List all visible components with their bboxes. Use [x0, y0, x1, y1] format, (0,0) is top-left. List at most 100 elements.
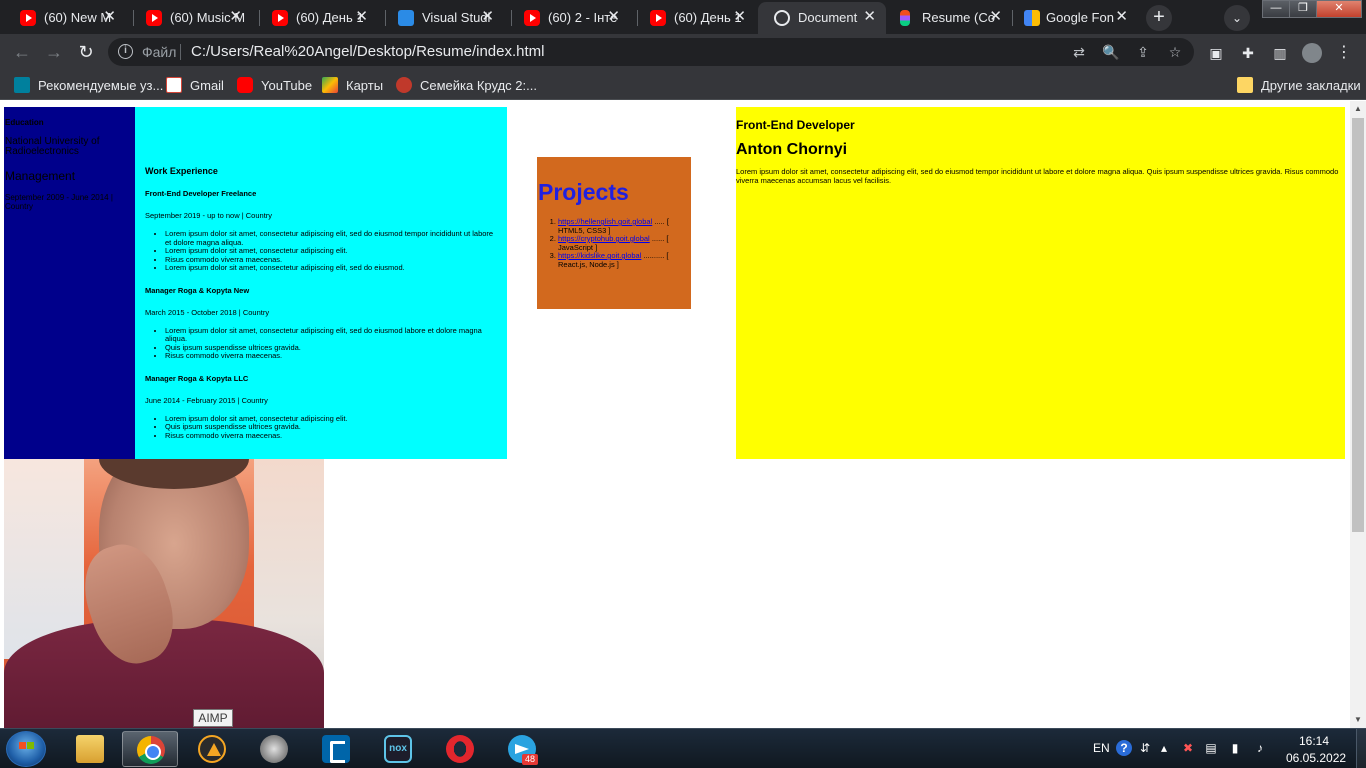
close-icon[interactable]: ✕: [863, 9, 876, 25]
speaker-icon: [260, 735, 288, 763]
job-role: Front-End Developer: [736, 118, 855, 132]
taskbar-app-opera[interactable]: [432, 731, 488, 767]
education-heading: Education: [5, 118, 44, 127]
youtube-icon: [237, 77, 253, 93]
device-icon[interactable]: ▤: [1203, 740, 1219, 756]
close-icon[interactable]: ✕: [989, 9, 1002, 25]
close-icon[interactable]: ✕: [355, 9, 368, 25]
tab-figma[interactable]: Resume (Co ✕: [886, 2, 1012, 34]
bookmark-label: Карты: [346, 77, 384, 93]
clock-time[interactable]: 16:14: [1299, 734, 1329, 748]
window-close-button[interactable]: ✕: [1316, 0, 1362, 18]
bookmark-croods[interactable]: Семейка Крудс 2:...: [396, 77, 537, 93]
window-controls: — ❐ ✕: [1262, 0, 1362, 18]
site-info-icon[interactable]: i: [118, 44, 133, 59]
list-item: https://kidslike.goit.global .......... …: [558, 251, 678, 269]
taskbar-app-volume[interactable]: [246, 731, 302, 767]
taskbar-app-nox[interactable]: nox: [370, 731, 426, 767]
game-icon: [396, 77, 412, 93]
page-scrollbar[interactable]: ▲ ▼: [1350, 101, 1366, 728]
reload-button[interactable]: ↻: [74, 40, 98, 64]
work-experience-section: Work Experience Front-End Developer Free…: [135, 107, 507, 459]
project-dots: ...... [: [649, 234, 669, 243]
taskbar-app-aimp[interactable]: [184, 731, 240, 767]
close-icon[interactable]: ✕: [733, 9, 746, 25]
tab-strip: (60) New M ✕ (60) Music M ✕ (60) День 1 …: [0, 0, 1366, 34]
job-title: Front-End Developer Freelance: [145, 189, 257, 198]
bookmark-label: YouTube: [261, 77, 313, 93]
list-item: Lorem ipsum dolor sit amet, consectetur …: [165, 326, 495, 344]
scroll-up-arrow-icon[interactable]: ▲: [1350, 101, 1366, 117]
bookmark-star-icon[interactable]: ☆: [1166, 43, 1184, 61]
education-section: Education National University of Radioel…: [4, 107, 135, 459]
job-dates: June 2014 - February 2015 | Country: [145, 395, 268, 405]
profile-photo: [4, 459, 324, 728]
tab-search-button[interactable]: ⌄: [1224, 5, 1250, 31]
project-dots: .......... [: [641, 251, 669, 260]
signal-icon[interactable]: ▮: [1227, 740, 1243, 756]
job-dates: September 2019 - up to now | Country: [145, 211, 273, 220]
aimp-icon: [198, 735, 226, 763]
tab-youtube-4[interactable]: (60) 2 - Інте ✕: [504, 2, 630, 34]
job-title: Manager Roga & Kopyta New: [145, 285, 250, 295]
other-bookmarks[interactable]: Другие закладки: [1237, 77, 1361, 93]
taskbar-app-vscode[interactable]: [308, 731, 364, 767]
bookmark-recommended[interactable]: Рекомендуемые уз...: [14, 77, 163, 93]
maximize-button[interactable]: ❐: [1289, 0, 1317, 18]
show-hidden-icons-icon[interactable]: ▴: [1156, 740, 1172, 756]
clock-date[interactable]: 06.05.2022: [1286, 751, 1346, 765]
minimize-button[interactable]: —: [1262, 0, 1290, 18]
tab-google-fonts[interactable]: Google Fon ✕: [1012, 2, 1138, 34]
close-icon[interactable]: ✕: [1115, 9, 1128, 25]
start-button[interactable]: [6, 731, 46, 767]
list-item: https://hellenglish.goit.global ..... [ …: [558, 217, 678, 235]
bookmark-youtube[interactable]: YouTube: [237, 77, 312, 93]
volume-icon[interactable]: ♪: [1252, 740, 1268, 756]
vscode-icon: [398, 10, 414, 26]
tab-youtube-3[interactable]: (60) День 1 ✕: [252, 2, 378, 34]
tab-youtube-1[interactable]: (60) New M ✕: [0, 2, 126, 34]
bing-icon: [14, 77, 30, 93]
bookmark-gmail[interactable]: Gmail: [166, 77, 224, 93]
bookmark-maps[interactable]: Карты: [322, 77, 383, 93]
network-error-icon[interactable]: ✖: [1180, 740, 1196, 756]
maps-icon: [322, 77, 338, 93]
language-indicator[interactable]: EN: [1093, 741, 1110, 755]
help-icon[interactable]: ?: [1116, 740, 1132, 756]
new-tab-button[interactable]: +: [1146, 5, 1172, 31]
extension-icon[interactable]: ▣: [1206, 43, 1226, 63]
projects-section: Projects https://hellenglish.goit.global…: [537, 157, 691, 309]
scrollbar-thumb[interactable]: [1352, 118, 1364, 532]
taskbar-app-explorer[interactable]: [62, 731, 118, 767]
tab-vscode[interactable]: Visual Studi ✕: [378, 2, 504, 34]
address-bar[interactable]: i Файл C:/Users/Real%20Angel/Desktop/Res…: [108, 38, 1194, 66]
close-icon[interactable]: ✕: [103, 9, 116, 25]
tab-youtube-2[interactable]: (60) Music M ✕: [126, 2, 252, 34]
close-icon[interactable]: ✕: [481, 9, 494, 25]
share-icon[interactable]: ⇪: [1134, 43, 1152, 61]
show-desktop-button[interactable]: [1356, 729, 1366, 768]
scroll-down-arrow-icon[interactable]: ▼: [1350, 712, 1366, 728]
page-viewport: Education National University of Radioel…: [0, 101, 1350, 728]
profile-avatar[interactable]: [1302, 43, 1322, 63]
close-icon[interactable]: ✕: [607, 9, 620, 25]
close-icon[interactable]: ✕: [229, 9, 242, 25]
chrome-icon: [137, 736, 165, 764]
tab-document-active[interactable]: Document ✕: [758, 2, 886, 34]
forward-button[interactable]: →: [42, 40, 66, 64]
side-panel-icon[interactable]: ▥: [1270, 43, 1290, 63]
youtube-icon: [20, 10, 36, 26]
notification-badge: 48: [522, 754, 539, 765]
menu-icon[interactable]: ⋮: [1334, 43, 1354, 63]
zoom-icon[interactable]: 🔍: [1102, 43, 1120, 61]
tab-youtube-5[interactable]: (60) День 1 ✕: [630, 2, 756, 34]
back-button[interactable]: ←: [10, 40, 34, 64]
extensions-puzzle-icon[interactable]: ✚: [1238, 43, 1258, 63]
taskbar-app-chrome[interactable]: [122, 731, 178, 767]
windows-taskbar: nox 48 EN ? ⇵ ▴ ✖ ▤ ▮ ♪ 16:14 06.05.2022: [0, 728, 1366, 768]
nox-icon: nox: [384, 735, 412, 763]
action-center-icon[interactable]: ⇵: [1137, 740, 1153, 756]
url-text[interactable]: C:/Users/Real%20Angel/Desktop/Resume/ind…: [191, 43, 545, 60]
translate-icon[interactable]: ⇄: [1070, 43, 1088, 61]
education-university: National University of Radioelectronics: [5, 136, 100, 157]
